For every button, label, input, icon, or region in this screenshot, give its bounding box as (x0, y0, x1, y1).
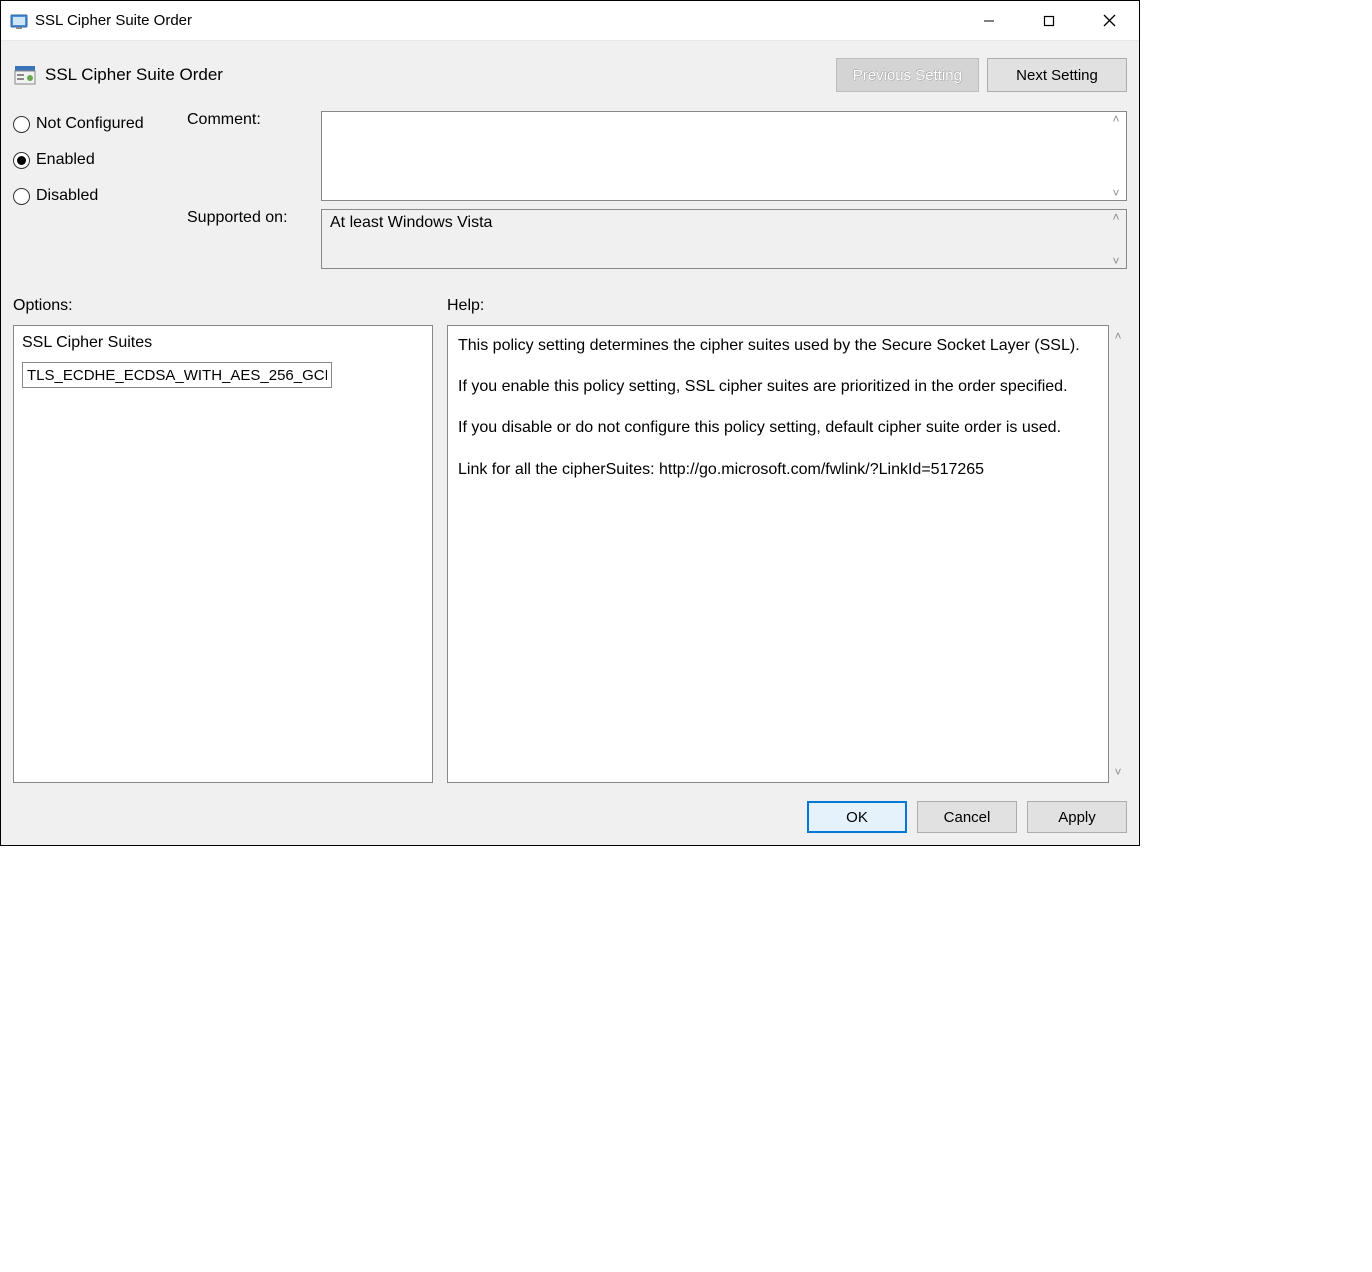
close-button[interactable] (1079, 1, 1139, 41)
ok-button[interactable]: OK (807, 801, 907, 833)
help-scrollbar: ˄ ˅ (1109, 325, 1127, 783)
titlebar: SSL Cipher Suite Order (1, 1, 1139, 41)
maximize-button[interactable] (1019, 1, 1079, 41)
cipher-suites-input[interactable] (22, 362, 332, 388)
help-panel: This policy setting determines the ciphe… (447, 325, 1109, 783)
minimize-button[interactable] (959, 1, 1019, 41)
radio-icon (13, 152, 30, 169)
radio-label: Not Configured (36, 115, 144, 133)
help-text: If you enable this policy setting, SSL c… (458, 375, 1098, 398)
radio-enabled[interactable]: Enabled (13, 151, 183, 169)
app-icon (9, 11, 29, 31)
scroll-up-icon[interactable]: ˄ (1107, 211, 1125, 223)
comment-scroll: ˄ ˅ (1107, 113, 1125, 199)
panel-labels: Options: Help: (13, 297, 1127, 315)
window-title: SSL Cipher Suite Order (35, 12, 192, 29)
policy-title: SSL Cipher Suite Order (45, 65, 223, 85)
policy-icon (13, 63, 37, 87)
scroll-down-icon[interactable]: ˅ (1107, 187, 1125, 199)
cipher-suites-label: SSL Cipher Suites (22, 334, 424, 352)
policy-dialog: SSL Cipher Suite Order SSL Cip (0, 0, 1140, 846)
comment-textarea[interactable]: ˄ ˅ (321, 111, 1127, 201)
dialog-footer: OK Cancel Apply (13, 801, 1127, 833)
previous-setting-button: Previous Setting (836, 58, 979, 92)
cancel-button[interactable]: Cancel (917, 801, 1017, 833)
client-area: SSL Cipher Suite Order Previous Setting … (1, 41, 1139, 845)
supported-on-box: At least Windows Vista ˄ ˅ (321, 209, 1127, 269)
radio-not-configured[interactable]: Not Configured (13, 115, 183, 133)
scroll-down-icon[interactable]: ˅ (1107, 255, 1125, 267)
state-radio-group: Not Configured Enabled Disabled (13, 111, 183, 269)
comment-label: Comment: (187, 111, 317, 201)
radio-label: Disabled (36, 187, 98, 205)
help-wrap: This policy setting determines the ciphe… (447, 325, 1127, 783)
radio-icon (13, 116, 30, 133)
policy-header: SSL Cipher Suite Order Previous Setting … (13, 51, 1127, 99)
supported-label: Supported on: (187, 209, 317, 269)
scroll-up-icon[interactable]: ˄ (1107, 113, 1125, 125)
supported-scroll: ˄ ˅ (1107, 211, 1125, 267)
supported-value: At least Windows Vista (330, 214, 492, 231)
scroll-up-icon[interactable]: ˄ (1109, 329, 1127, 343)
scroll-down-icon[interactable]: ˅ (1109, 765, 1127, 779)
options-panel: SSL Cipher Suites (13, 325, 433, 783)
options-label: Options: (13, 297, 433, 315)
settings-grid: Not Configured Enabled Disabled Comment:… (13, 111, 1127, 269)
radio-disabled[interactable]: Disabled (13, 187, 183, 205)
help-label: Help: (447, 297, 1127, 315)
help-text: If you disable or do not configure this … (458, 416, 1098, 439)
panels-row: SSL Cipher Suites This policy setting de… (13, 325, 1127, 783)
apply-button[interactable]: Apply (1027, 801, 1127, 833)
radio-label: Enabled (36, 151, 95, 169)
help-text: Link for all the cipherSuites: http://go… (458, 458, 1098, 481)
help-text: This policy setting determines the ciphe… (458, 334, 1098, 357)
next-setting-button[interactable]: Next Setting (987, 58, 1127, 92)
radio-icon (13, 188, 30, 205)
